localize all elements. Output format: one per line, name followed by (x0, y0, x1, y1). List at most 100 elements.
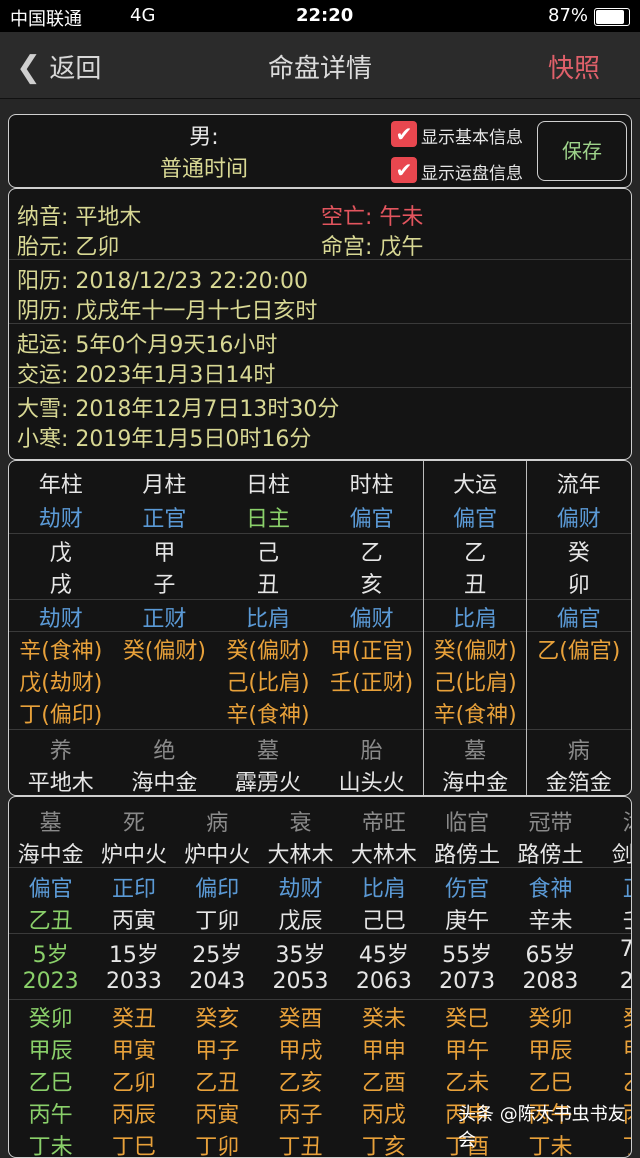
stem-tengod: 正官 (142, 507, 187, 532)
pillar-nayin: 霹雳火 (234, 771, 301, 796)
liunian-ganzhi: 甲辰 (28, 1039, 73, 1064)
liunian-ganzhi: 乙 (592, 1065, 631, 1097)
dayun-tengod: 正 (592, 871, 631, 903)
heavenly-stem: 甲 (153, 541, 176, 566)
xiaohan-term: 小寒: 2019年1月5日0时16分 (17, 427, 312, 452)
divider (9, 933, 631, 934)
liunian-ganzhi: 甲子 (195, 1039, 240, 1064)
liunian-ganzhi: 甲戌 (278, 1039, 323, 1064)
dayun-year: 20 (592, 969, 631, 994)
liunian-ganzhi: 丁巳 (111, 1135, 156, 1158)
battery-percent: 87% (548, 5, 589, 26)
hidden-stem: 癸(偏财) (122, 639, 206, 664)
snapshot-button[interactable]: 快照 (548, 48, 600, 85)
liunian-ganzhi: 丙戌 (361, 1103, 406, 1128)
dayun-ganzhi: 戊辰 (278, 909, 323, 934)
dayun-ganzhi: 辛未 (528, 909, 573, 934)
growth-stage: 胎 (360, 739, 383, 764)
gender-label: 男: (189, 125, 219, 150)
taiyuan-info: 胎元: 乙卯 (17, 235, 120, 260)
branch-tengod: 正财 (142, 607, 187, 632)
growth-stage: 墓 (464, 739, 487, 764)
dayun-year: 2053 (272, 969, 329, 994)
dayun-nayin: 大林木 (350, 843, 417, 868)
earthly-branch: 丑 (464, 573, 487, 598)
dayun-nayin: 路傍土 (517, 843, 584, 868)
qiyun-info: 起运: 5年0个月9天16小时 (17, 333, 278, 358)
growth-stage: 绝 (153, 739, 176, 764)
liunian-ganzhi: 癸卯 (28, 1007, 73, 1032)
earthly-branch: 子 (153, 573, 176, 598)
hidden-stem: 辛(食神) (433, 703, 517, 728)
pillar-nayin: 海中金 (131, 771, 198, 796)
earthly-branch: 丑 (256, 573, 279, 598)
branch-tengod: 比肩 (453, 607, 498, 632)
dayun-stage: 病 (206, 811, 229, 836)
dayun-stage: 死 (122, 811, 145, 836)
divider (9, 631, 631, 632)
dayun-nayin: 炉中火 (100, 843, 167, 868)
hidden-stem: 癸(偏财) (433, 639, 517, 664)
nav-bar: ❮ 返回 命盘详情 快照 (0, 32, 640, 99)
dayun-tengod: 伤官 (445, 877, 490, 902)
show-basic-info-label: 显示基本信息 (421, 128, 523, 148)
dayun-tengod: 比肩 (361, 877, 406, 902)
liunian-ganzhi: 甲午 (445, 1039, 490, 1064)
liunian-ganzhi: 丙午 (28, 1103, 73, 1128)
dayun-year: 2023 (22, 969, 79, 994)
dayun-stage: 衰 (289, 811, 312, 836)
dayun-tengod: 偏官 (28, 877, 73, 902)
hidden-stem: 己(比肩) (226, 671, 310, 696)
liunian-ganzhi: 癸丑 (111, 1007, 156, 1032)
nayin-info: 纳音: 平地木 (17, 205, 142, 230)
liunian-ganzhi: 癸亥 (195, 1007, 240, 1032)
hidden-stem: 丁(偏印) (19, 703, 103, 728)
dayun-stage: 冠带 (528, 811, 573, 836)
earthly-branch: 戌 (49, 573, 72, 598)
divider (9, 867, 631, 868)
stem-tengod: 偏财 (556, 507, 601, 532)
liunian-ganzhi: 乙亥 (278, 1071, 323, 1096)
dayun-year: 2043 (189, 969, 246, 994)
dayun-year: 2033 (105, 969, 162, 994)
divider (9, 259, 631, 260)
show-basic-info-checkbox[interactable]: ✔ (391, 121, 417, 147)
liunian-ganzhi: 癸 (592, 1001, 631, 1033)
growth-stage: 养 (49, 739, 72, 764)
divider (9, 999, 631, 1000)
stem-tengod: 偏官 (349, 507, 394, 532)
dayun-ganzhi: 丙寅 (111, 909, 156, 934)
dayun-nayin: 大林木 (267, 843, 334, 868)
heavenly-stem: 己 (256, 541, 279, 566)
heavenly-stem: 戊 (49, 541, 72, 566)
clock: 22:20 (296, 5, 354, 26)
jiaoyun-info: 交运: 2023年1月3日14时 (17, 363, 276, 388)
hidden-stem: 癸(偏财) (226, 639, 310, 664)
liunian-ganzhi: 乙巳 (28, 1071, 73, 1096)
liunian-ganzhi: 甲辰 (528, 1039, 573, 1064)
hidden-stem: 乙(偏官) (537, 639, 621, 664)
show-luck-info-label: 显示运盘信息 (421, 164, 523, 184)
dayun-stage: 临官 (445, 811, 490, 836)
pillars-panel: 年柱 劫财戊戌劫财 辛(食神) 戊(劫财) 丁(偏印) 养平地木 月柱 正官甲子正财 癸(偏财)… (8, 460, 632, 796)
network-label: 4G (130, 5, 156, 26)
dayun-tengod: 正印 (111, 877, 156, 902)
column-divider (423, 461, 424, 795)
stem-tengod: 日主 (245, 507, 290, 532)
dayun-nayin: 海中金 (17, 843, 84, 868)
divider (9, 323, 631, 324)
pillar-header: 年柱 (38, 473, 83, 498)
dayun-ganzhi: 庚午 (445, 909, 490, 934)
pillar-nayin: 平地木 (27, 771, 94, 796)
liunian-ganzhi: 乙酉 (361, 1071, 406, 1096)
dayun-age: 55岁 (442, 943, 493, 968)
minggong-info: 命宫: 戊午 (321, 235, 424, 260)
liunian-ganzhi: 丁未 (28, 1135, 73, 1158)
divider (9, 599, 631, 600)
save-button[interactable]: 保存 (537, 121, 627, 181)
branch-tengod: 偏财 (349, 607, 394, 632)
branch-tengod: 劫财 (38, 607, 83, 632)
show-luck-info-checkbox[interactable]: ✔ (391, 157, 417, 183)
heavenly-stem: 癸 (567, 541, 590, 566)
heavenly-stem: 乙 (464, 541, 487, 566)
